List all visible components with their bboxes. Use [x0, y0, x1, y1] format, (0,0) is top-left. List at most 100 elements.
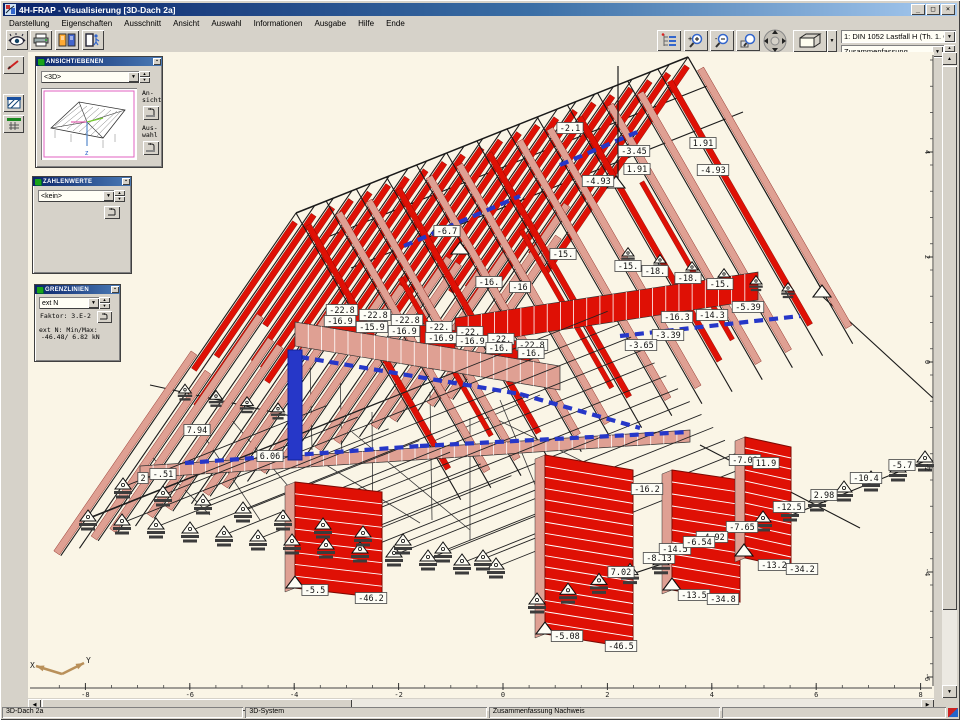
- panel-close-icon[interactable]: ▪: [153, 58, 161, 65]
- zoom-out-button[interactable]: -: [710, 30, 734, 51]
- chevron-down-icon[interactable]: ▼: [103, 191, 114, 201]
- vscroll-thumb[interactable]: [942, 66, 957, 610]
- menu-item-hilfe[interactable]: Hilfe: [352, 18, 380, 29]
- scroll-up-icon[interactable]: ▲: [942, 52, 957, 65]
- toolbar: + -: [3, 30, 957, 53]
- zoom-in-icon: +: [688, 33, 705, 49]
- minmax-value: -46.48/ 6.82 kN: [41, 334, 100, 341]
- chevron-down-icon[interactable]: ▼: [944, 31, 955, 42]
- value-label: -15.: [710, 280, 730, 290]
- value-label: -46.2: [358, 594, 384, 604]
- menu-item-ansicht[interactable]: Ansicht: [167, 18, 205, 29]
- zahlenwerte-spinner[interactable]: ▲▼: [114, 190, 125, 202]
- zahlenwerte-combo[interactable]: <kein> ▼: [38, 190, 115, 202]
- zoom-out-icon: -: [714, 33, 731, 49]
- zoom-in-button[interactable]: +: [684, 30, 708, 51]
- pan-control[interactable]: [762, 29, 788, 54]
- grenzlinien-combo[interactable]: ext N ▼: [39, 297, 100, 309]
- grenzlinien-apply-button[interactable]: [97, 311, 112, 323]
- value-label: -22.8: [329, 306, 355, 316]
- menu-item-ausschnitt[interactable]: Ausschnitt: [118, 18, 167, 29]
- blue-column-diagram: [288, 350, 302, 460]
- value-label: -14.3: [699, 311, 725, 321]
- load-case-combo[interactable]: 1: DIN 1052 Lastfall H (Th. 1. Or ▼: [841, 30, 956, 43]
- zahlenwerte-apply-button[interactable]: [104, 206, 120, 219]
- panel-ansicht-ebenen: ANSICHT/EBENEN ▪ <3D> ▼ ▲▼ z An-: [36, 57, 162, 167]
- minimize-button[interactable]: _: [911, 4, 925, 15]
- exit-button[interactable]: [82, 30, 104, 50]
- panel-zahlenwerte-titlebar[interactable]: ZAHLENWERTE ▪: [33, 177, 131, 186]
- maximize-button[interactable]: □: [926, 4, 940, 15]
- chevron-down-icon[interactable]: ▼: [128, 72, 139, 82]
- value-label: -8.13: [646, 554, 672, 564]
- panel-close-icon[interactable]: ▪: [122, 178, 130, 185]
- status-cell-2: Zusammenfassung Nachweis: [489, 707, 721, 718]
- menu-item-darstellung[interactable]: Darstellung: [3, 18, 55, 29]
- panel-icon: [37, 287, 43, 293]
- value-label: -15.: [553, 250, 573, 260]
- menu-item-ausgabe[interactable]: Ausgabe: [308, 18, 352, 29]
- close-button[interactable]: ×: [941, 4, 955, 15]
- x-tick-label: -6: [186, 691, 194, 698]
- view-3d-button[interactable]: [793, 30, 827, 52]
- value-label: 7.02: [611, 568, 631, 578]
- menu-item-auswahl[interactable]: Auswahl: [205, 18, 247, 29]
- title-bar[interactable]: 4H-FRAP - Visualisierung [3D-Dach 2a] _ …: [3, 3, 957, 16]
- menu-item-informationen[interactable]: Informationen: [248, 18, 309, 29]
- menu-item-eigenschaften[interactable]: Eigenschaften: [55, 18, 118, 29]
- menu-item-ende[interactable]: Ende: [380, 18, 411, 29]
- panel-grenzlinien: GRENZLINIEN ▪ ext N ▼ ▲▼ Faktor: 3.E-2 e…: [35, 285, 120, 361]
- value-label: -4.93: [700, 166, 726, 176]
- value-label: -16.9: [391, 327, 417, 337]
- panel-close-icon[interactable]: ▪: [111, 286, 119, 293]
- x-tick-label: -2: [394, 691, 402, 698]
- value-label: 1.91: [627, 165, 647, 175]
- ansicht-apply-button[interactable]: [143, 106, 159, 120]
- scroll-down-icon[interactable]: ▼: [942, 685, 957, 698]
- redline-tool-button[interactable]: [3, 56, 24, 74]
- panel-icon: [38, 59, 44, 65]
- legend-list-button[interactable]: [657, 30, 681, 51]
- value-label: -13.5: [681, 591, 707, 601]
- value-label: -6.7: [437, 227, 457, 237]
- value-label: -5.08: [554, 632, 580, 642]
- panel-zahlenwerte-title: ZAHLENWERTE: [43, 179, 122, 185]
- view-settings-button[interactable]: [6, 30, 28, 50]
- y-tick-label: 2: [923, 255, 931, 259]
- zoom-window-icon: [740, 33, 757, 49]
- panel-grenzlinien-title: GRENZLINIEN: [45, 287, 111, 293]
- status-cell-0: 3D-Dach 2a: [2, 707, 243, 718]
- value-label: 6.06: [260, 452, 280, 462]
- view-select-combo[interactable]: <3D> ▼: [41, 71, 140, 83]
- value-label: 2: [140, 474, 145, 484]
- grid-tool-button[interactable]: [3, 115, 24, 133]
- status-cell-1: 3D-System: [245, 707, 486, 718]
- x-tick-label: 8: [918, 691, 922, 698]
- view-3d-dropdown[interactable]: ▼: [827, 30, 837, 52]
- grenzlinien-spinner[interactable]: ▲▼: [99, 297, 110, 309]
- hatch-tool-button[interactable]: [3, 94, 24, 112]
- value-label: -7.65: [729, 523, 755, 533]
- print-button[interactable]: [30, 30, 52, 50]
- view-select-value: <3D>: [44, 74, 61, 81]
- menu-bar: DarstellungEigenschaftenAusschnittAnsich…: [3, 17, 957, 30]
- vertical-scrollbar[interactable]: ▲ ▼: [942, 52, 957, 698]
- y-tick-label: -4: [923, 568, 931, 576]
- app-window: 4H-FRAP - Visualisierung [3D-Dach 2a] _ …: [0, 0, 960, 720]
- panel-grenzlinien-titlebar[interactable]: GRENZLINIEN ▪: [35, 285, 120, 294]
- auswahl-apply-button[interactable]: [143, 141, 159, 155]
- chevron-down-icon[interactable]: ▼: [88, 298, 99, 308]
- panel-ansicht-titlebar[interactable]: ANSICHT/EBENEN ▪: [36, 57, 162, 66]
- load-case-value: 1: DIN 1052 Lastfall H (Th. 1. Or: [844, 32, 952, 41]
- drawing-canvas[interactable]: -8-6-4-202468420-2-4-6XY-2.1-3.451.91-4.…: [28, 52, 934, 698]
- view-spinner[interactable]: ▲▼: [139, 71, 150, 83]
- view-thumbnail[interactable]: z: [41, 88, 137, 160]
- value-label: -16.2: [634, 485, 660, 495]
- printer-icon: [33, 33, 49, 47]
- zoom-window-button[interactable]: [736, 30, 760, 51]
- panel-icon: [35, 179, 41, 185]
- value-label: 11.9: [756, 459, 776, 469]
- value-label: -16.: [521, 349, 541, 359]
- manual-button[interactable]: [55, 30, 79, 50]
- x-axis-label: X: [30, 661, 35, 670]
